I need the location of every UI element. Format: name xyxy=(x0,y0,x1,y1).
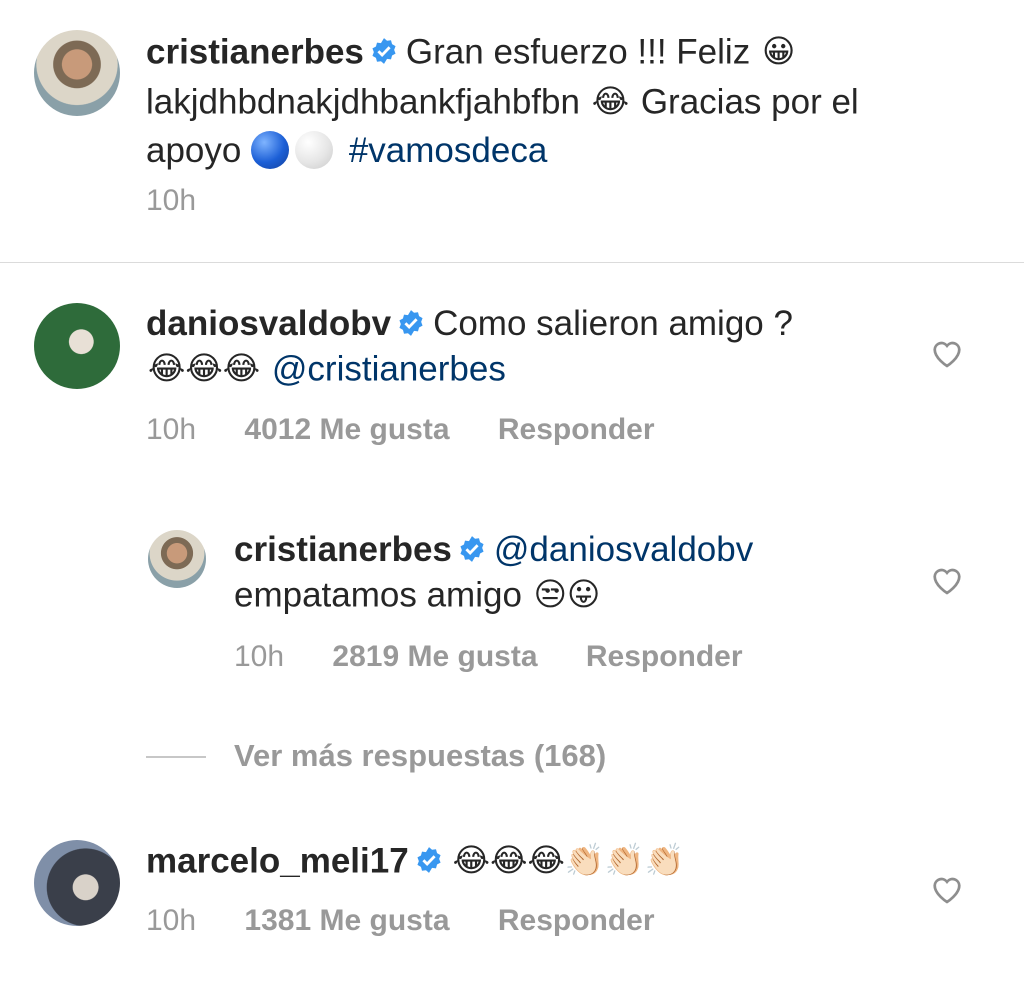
comment-meta: 10h 4012 Me gusta Responder xyxy=(146,413,695,447)
comment-body: Como salieron amigo ? xyxy=(433,304,793,343)
reply-button[interactable]: Responder xyxy=(498,413,655,446)
caption-line-3: Gracias por el xyxy=(640,82,859,122)
grinning-emoji-icon: 😀 xyxy=(761,33,796,69)
comment-meta: 10h 1381 Me gusta Responder xyxy=(146,904,695,938)
timestamp[interactable]: 10h xyxy=(146,184,196,217)
emoji-group-icon: 😒😛 xyxy=(533,576,601,612)
avatar[interactable] xyxy=(34,30,120,116)
joy-emoji-icon: 😂 xyxy=(591,83,630,119)
divider xyxy=(0,262,1024,263)
timestamp[interactable]: 10h xyxy=(146,413,196,446)
reply-meta: 10h 2819 Me gusta Responder xyxy=(234,640,783,674)
comment-text: marcelo_meli17 😂😂😂👏🏻👏🏻👏🏻 xyxy=(146,838,906,888)
reply-button[interactable]: Responder xyxy=(498,904,655,937)
caption-line-1: Gran esfuerzo !!! Feliz xyxy=(405,32,751,72)
likes-count[interactable]: 2819 Me gusta xyxy=(332,640,537,673)
view-more-line xyxy=(146,756,206,758)
avatar[interactable] xyxy=(34,303,120,389)
verified-badge-icon xyxy=(460,535,484,562)
reply-button[interactable]: Responder xyxy=(586,640,743,673)
timestamp[interactable]: 10h xyxy=(234,640,284,673)
hashtag-link[interactable]: #vamosdeca xyxy=(349,131,547,170)
heart-icon[interactable] xyxy=(930,874,964,904)
comment-body: empatamos amigo xyxy=(234,575,522,615)
blue-circle-icon xyxy=(251,130,290,169)
likes-count[interactable]: 1381 Me gusta xyxy=(244,904,449,937)
verified-badge-icon xyxy=(417,847,441,873)
heart-icon[interactable] xyxy=(930,338,964,368)
username[interactable]: cristianerbes xyxy=(234,530,452,569)
username[interactable]: daniosvaldobv xyxy=(146,304,391,343)
username[interactable]: marcelo_meli17 xyxy=(146,841,409,880)
reply-text: cristianerbes @daniosvaldobv empatamos am… xyxy=(234,528,914,622)
avatar[interactable] xyxy=(148,530,206,588)
timestamp[interactable]: 10h xyxy=(146,904,196,937)
emoji-group-icon: 😂😂😂👏🏻👏🏻👏🏻 xyxy=(452,842,685,878)
comment-text: daniosvaldobv Como salieron amigo ? 😂😂😂 @… xyxy=(146,302,906,396)
white-circle-icon xyxy=(295,130,334,169)
verified-badge-icon xyxy=(372,38,396,64)
joy-emoji-icon: 😂😂😂 xyxy=(148,350,261,386)
verified-badge-icon xyxy=(399,309,423,336)
avatar[interactable] xyxy=(34,840,120,926)
mention-link[interactable]: @cristianerbes xyxy=(272,349,506,388)
heart-icon[interactable] xyxy=(930,565,964,595)
username[interactable]: cristianerbes xyxy=(146,32,364,71)
mention-link[interactable]: @daniosvaldobv xyxy=(494,530,753,569)
likes-count[interactable]: 4012 Me gusta xyxy=(244,413,449,446)
caption-line-4: apoyo xyxy=(146,131,242,170)
caption-meta: 10h xyxy=(146,184,236,218)
caption-text: cristianerbes Gran esfuerzo !!! Feliz 😀 l… xyxy=(146,29,986,175)
caption-line-2: lakjdhbdnakjdhbankfjahbfbn xyxy=(146,82,580,122)
view-more-replies-button[interactable]: Ver más respuestas (168) xyxy=(234,738,606,774)
